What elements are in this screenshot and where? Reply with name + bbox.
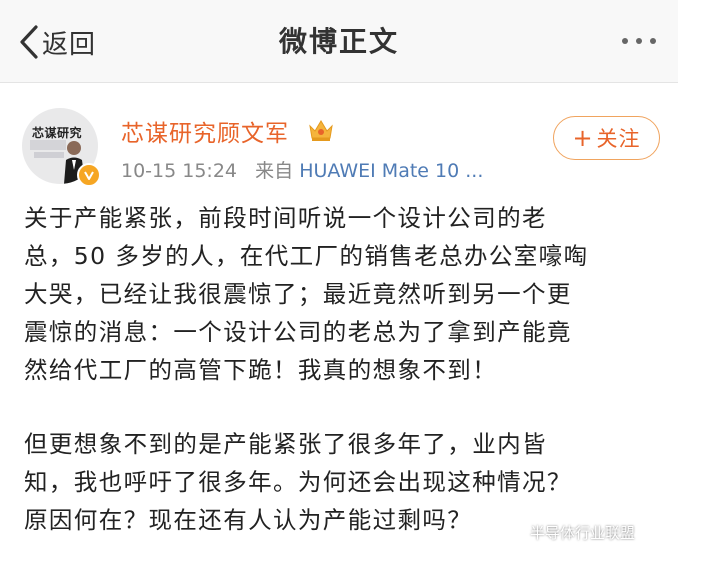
source-prefix: 来自 <box>255 160 294 182</box>
post-line: 关于产能紧张，前段时间听说一个设计公司的老 <box>24 204 547 232</box>
post-line: 知，我也呼吁了很多年。为何还会出现这种情况？ <box>24 468 572 496</box>
follow-button[interactable]: + 关注 <box>553 116 660 160</box>
post-line: 总，50 多岁的人，在代工厂的销售老总办公室嚎啕 <box>24 242 589 270</box>
watermark-text: 半导体行业联盟 <box>530 524 636 542</box>
post-line: 震惊的消息：一个设计公司的老总为了拿到产能竟 <box>24 318 572 346</box>
top-navigation-bar: 返回 微博正文 <box>0 0 678 83</box>
post-content: 关于产能紧张，前段时间听说一个设计公司的老 总，50 多岁的人，在代工厂的销售老… <box>24 199 664 539</box>
username[interactable]: 芯谋研究顾文军 <box>121 114 289 148</box>
wechat-icon <box>500 523 524 541</box>
watermark: 半导体行业联盟 <box>500 522 635 543</box>
follow-label: 关注 <box>596 127 641 151</box>
page-title: 微博正文 <box>278 25 399 58</box>
source-device-link[interactable]: HUAWEI Mate 10 ... <box>299 160 483 182</box>
post-meta: 10-15 15:24 来自 HUAWEI Mate 10 ... <box>121 156 483 183</box>
verified-badge-icon <box>77 163 101 187</box>
post-line: 大哭，已经让我很震惊了；最近竟然听到另一个更 <box>24 280 572 308</box>
post-line: 然给代工厂的高管下跪！我真的想象不到！ <box>24 356 498 384</box>
post-line: 但更想象不到的是产能紧张了很多年了，业内皆 <box>24 430 547 458</box>
more-options-icon[interactable] <box>622 38 656 44</box>
plus-icon: + <box>572 124 593 152</box>
post-timestamp: 10-15 15:24 <box>121 160 238 182</box>
vip-crown-icon <box>309 120 333 141</box>
